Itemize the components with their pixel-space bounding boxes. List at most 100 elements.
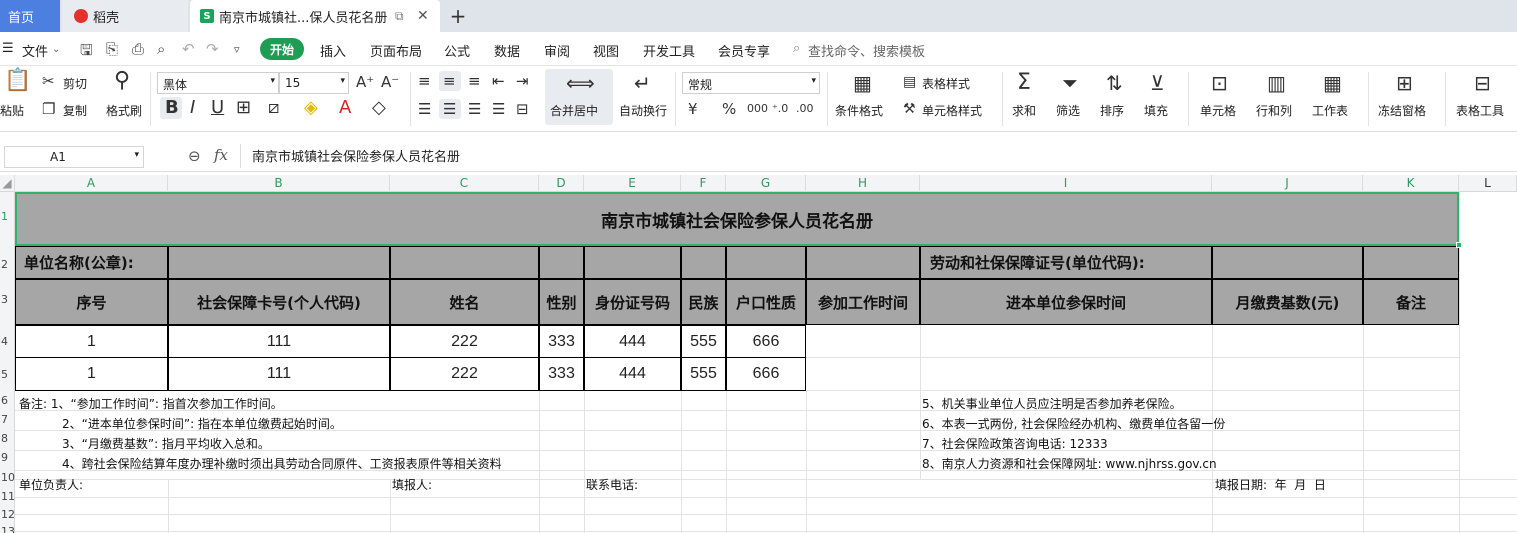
menu-start[interactable]: 开始 bbox=[260, 38, 304, 60]
cell-style-button[interactable]: 单元格样式 bbox=[922, 102, 982, 119]
command-search-input[interactable]: 查找命令、搜索模板 bbox=[808, 41, 925, 60]
header-ethnicity[interactable]: 民族 bbox=[681, 279, 726, 325]
menu-vip[interactable]: 会员专享 bbox=[718, 41, 770, 60]
cell-icon[interactable]: ⊡ bbox=[1211, 73, 1228, 93]
decrease-decimal-icon[interactable]: .00 bbox=[796, 100, 814, 118]
export-icon[interactable]: ⎘ bbox=[106, 40, 118, 58]
header-id-number[interactable]: 身份证号码 bbox=[584, 279, 681, 325]
row-header-1[interactable]: 1 bbox=[0, 210, 15, 223]
format-painter-button[interactable]: 格式刷 bbox=[106, 102, 142, 119]
row-header-3[interactable]: 3 bbox=[0, 293, 15, 306]
sort-icon[interactable]: ⇅ bbox=[1106, 73, 1123, 93]
data-cell[interactable]: 555 bbox=[681, 325, 726, 358]
merge-center-button[interactable]: 合并居中 bbox=[550, 102, 598, 119]
wrap-text-button[interactable]: 自动换行 bbox=[619, 102, 667, 119]
col-header-d[interactable]: D bbox=[539, 175, 584, 192]
justify-icon[interactable]: ☰ bbox=[492, 100, 505, 118]
hamburger-icon[interactable]: ☰ bbox=[2, 41, 14, 56]
col-header-e[interactable]: E bbox=[584, 175, 681, 192]
indent-decrease-icon[interactable]: ⇤ bbox=[492, 72, 505, 90]
copy-button[interactable]: 复制 bbox=[63, 102, 87, 119]
cell-e2[interactable] bbox=[584, 246, 681, 279]
col-header-a[interactable]: A bbox=[15, 175, 168, 192]
col-header-j[interactable]: J bbox=[1212, 175, 1363, 192]
fill-icon[interactable]: ⊻ bbox=[1150, 73, 1165, 93]
tab-daoke[interactable]: 稻壳 bbox=[62, 0, 188, 32]
selection-fill-handle[interactable] bbox=[1456, 242, 1462, 248]
cell-g2[interactable] bbox=[726, 246, 806, 279]
filler-label[interactable]: 填报人: bbox=[392, 476, 432, 493]
row-col-button[interactable]: 行和列 bbox=[1256, 102, 1292, 119]
cell-button[interactable]: 单元格 bbox=[1200, 102, 1236, 119]
wrap-text-icon[interactable]: ↵ bbox=[634, 73, 651, 93]
float-window-icon[interactable]: ⧉ bbox=[395, 9, 404, 24]
worksheet-button[interactable]: 工作表 bbox=[1312, 102, 1348, 119]
save-icon[interactable]: 🖫 bbox=[80, 40, 93, 65]
note-line-2[interactable]: 2、“进本单位参保时间”: 指在本单位缴费起始时间。 bbox=[62, 415, 342, 432]
chevron-down-icon[interactable]: ⌄ bbox=[52, 44, 60, 55]
menu-page-layout[interactable]: 页面布局 bbox=[370, 41, 422, 60]
tab-home[interactable]: 首页 bbox=[0, 0, 60, 32]
align-left-icon[interactable]: ☰ bbox=[418, 100, 431, 118]
table-tools-icon[interactable]: ⊟ bbox=[1474, 73, 1491, 93]
select-all-corner[interactable]: ◢ bbox=[0, 175, 15, 192]
paste-button[interactable]: 粘贴 bbox=[0, 102, 24, 119]
number-format-select[interactable]: 常规 ▾ bbox=[682, 72, 820, 94]
menu-file[interactable]: 文件 bbox=[22, 41, 48, 60]
table-tools-button[interactable]: 表格工具 bbox=[1456, 102, 1504, 119]
italic-icon[interactable]: I bbox=[190, 99, 195, 117]
cell-d2[interactable] bbox=[539, 246, 584, 279]
conditional-format-icon[interactable]: ▦ bbox=[853, 73, 872, 93]
paste-icon[interactable]: 📋 bbox=[4, 70, 31, 92]
menu-review[interactable]: 审阅 bbox=[544, 41, 570, 60]
zoom-icon[interactable]: ⊖ bbox=[188, 147, 201, 165]
percent-icon[interactable]: % bbox=[722, 100, 736, 118]
increase-decimal-icon[interactable]: ⁺.0 bbox=[772, 100, 788, 118]
row-header-5[interactable]: 5 bbox=[0, 368, 15, 381]
format-painter-icon[interactable]: ⚲ bbox=[114, 70, 130, 92]
copy-icon[interactable]: ❐ bbox=[42, 100, 55, 118]
data-cell[interactable]: 444 bbox=[584, 357, 681, 391]
align-bottom-icon[interactable]: ≡ bbox=[468, 72, 481, 90]
data-cell[interactable]: 222 bbox=[390, 357, 539, 391]
clear-format-icon[interactable]: ◇ bbox=[372, 99, 386, 117]
table-style-button[interactable]: 表格样式 bbox=[922, 75, 970, 92]
data-cell[interactable]: 111 bbox=[168, 357, 390, 391]
close-tab-icon[interactable]: ✕ bbox=[417, 8, 429, 24]
indent-increase-icon[interactable]: ⇥ bbox=[516, 72, 529, 90]
decrease-font-icon[interactable]: A⁻ bbox=[381, 73, 399, 91]
data-cell[interactable]: 111 bbox=[168, 325, 390, 358]
sum-button[interactable]: 求和 bbox=[1012, 102, 1036, 119]
cell-k2[interactable] bbox=[1363, 246, 1459, 279]
data-cell[interactable]: 666 bbox=[726, 357, 806, 391]
menu-insert[interactable]: 插入 bbox=[320, 41, 346, 60]
note-line-5[interactable]: 5、机关事业单位人员应注明是否参加养老保险。 bbox=[922, 395, 1182, 412]
row-header-12[interactable]: 12 bbox=[0, 508, 15, 521]
table-style-icon[interactable]: ▤ bbox=[903, 73, 916, 91]
row-col-icon[interactable]: ▥ bbox=[1267, 73, 1286, 93]
phone-label[interactable]: 联系电话: bbox=[586, 476, 638, 493]
formula-content[interactable]: 南京市城镇社会保险参保人员花名册 bbox=[252, 146, 460, 165]
align-middle-icon[interactable]: ≡ bbox=[443, 72, 456, 90]
row-header-9[interactable]: 9 bbox=[0, 451, 15, 464]
data-cell[interactable]: 333 bbox=[539, 325, 584, 358]
freeze-panes-button[interactable]: 冻结窗格 bbox=[1378, 102, 1426, 119]
header-seq[interactable]: 序号 bbox=[15, 279, 168, 325]
row-header-13[interactable]: 13 bbox=[0, 525, 15, 533]
col-header-f[interactable]: F bbox=[681, 175, 726, 192]
note-line-7[interactable]: 7、社会保险政策咨询电话: 12333 bbox=[922, 435, 1108, 452]
align-right-icon[interactable]: ☰ bbox=[468, 100, 481, 118]
print-preview-icon[interactable]: ⌕ bbox=[157, 40, 165, 58]
cell-b2[interactable] bbox=[168, 246, 390, 279]
menu-developer[interactable]: 开发工具 bbox=[643, 41, 695, 60]
sort-button[interactable]: 排序 bbox=[1100, 102, 1124, 119]
header-name[interactable]: 姓名 bbox=[390, 279, 539, 325]
search-icon[interactable]: ⌕ bbox=[793, 41, 800, 56]
bold-icon[interactable]: B bbox=[165, 99, 179, 117]
redo-icon[interactable]: ↷ bbox=[206, 40, 219, 58]
data-cell[interactable]: 222 bbox=[390, 325, 539, 358]
data-cell[interactable]: 1 bbox=[15, 325, 168, 358]
cell-c2[interactable] bbox=[390, 246, 539, 279]
menu-formula[interactable]: 公式 bbox=[444, 41, 470, 60]
currency-icon[interactable]: ¥ bbox=[688, 100, 698, 118]
